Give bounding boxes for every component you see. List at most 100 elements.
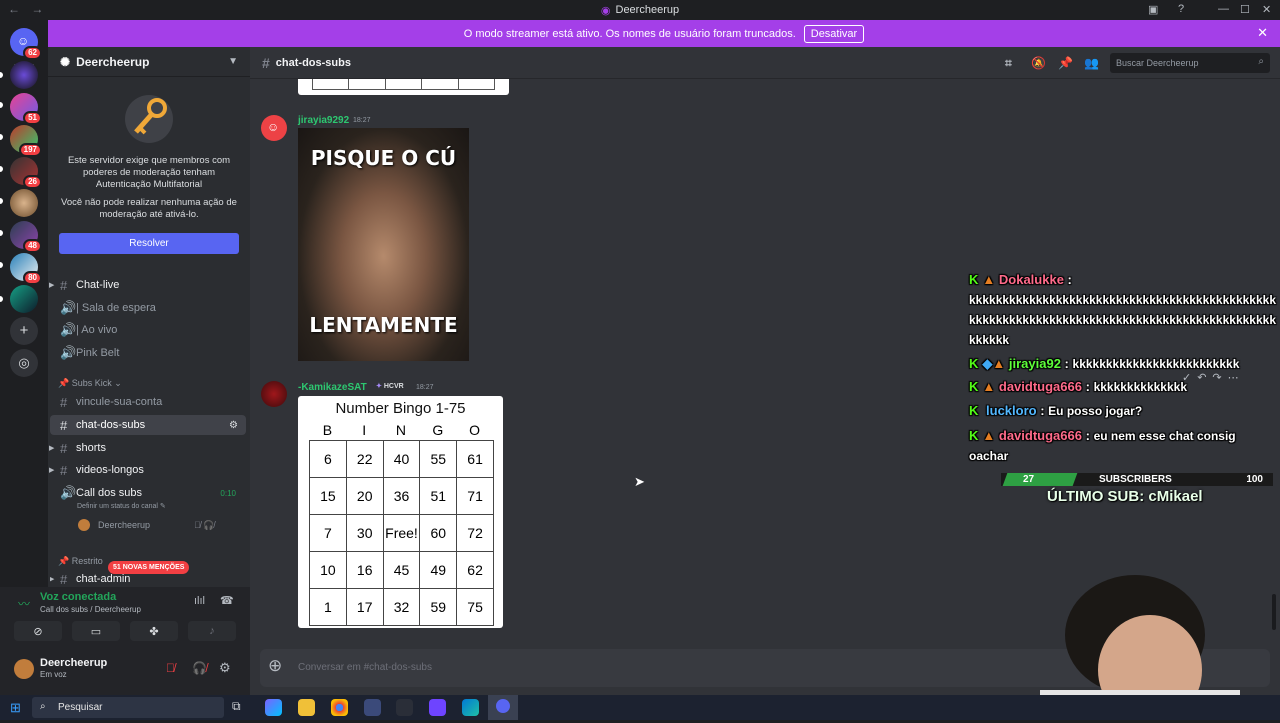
avatar[interactable]: ☺ xyxy=(261,115,287,141)
channel-call-dos-subs[interactable]: 🔊 Call dos subs 0:10 xyxy=(50,483,246,503)
minimize-icon[interactable]: — xyxy=(1218,3,1229,15)
scrollbar[interactable] xyxy=(1272,594,1276,630)
pin-icon[interactable]: 📌 xyxy=(1058,56,1073,70)
message-author[interactable]: jirayia9292 xyxy=(298,115,349,126)
search-icon: ⌕ xyxy=(40,701,46,712)
screenshare-button[interactable]: ▭ xyxy=(72,621,120,641)
channel-chat-admin[interactable]: ▶ # chat-admin xyxy=(50,571,246,587)
mention-badge: 62 xyxy=(23,46,42,60)
bingo-cell: 16 xyxy=(345,551,384,589)
home-dm-button[interactable]: ☺ 62 xyxy=(10,28,42,60)
voice-member[interactable]: Deercheerup 🎙̸ 🎧̸ xyxy=(78,519,215,531)
channel-status-hint[interactable]: Definir um status do canal ✎ xyxy=(77,502,166,510)
channel-pink-belt[interactable]: 🔊 Pink Belt xyxy=(50,343,246,363)
taskbar-search[interactable]: ⌕ Pesquisar xyxy=(32,697,224,718)
app-icon: ◉ xyxy=(600,4,611,17)
notifications-muted-icon[interactable]: 🔕 xyxy=(1031,56,1046,70)
signal-icon[interactable]: 〰 xyxy=(18,595,30,612)
channel-videos-longos[interactable]: ▶ # videos-longos xyxy=(49,460,246,480)
server-icon[interactable] xyxy=(10,189,38,217)
channel-ao-vivo[interactable]: 🔊 | Ao vivo xyxy=(50,320,246,340)
headphones-muted-icon[interactable]: 🎧̸ xyxy=(192,661,207,675)
close-window-icon[interactable]: ✕ xyxy=(1262,3,1271,16)
server-icon[interactable] xyxy=(10,285,38,313)
resolve-button[interactable]: Resolver xyxy=(59,233,239,254)
chrome-icon[interactable] xyxy=(331,699,348,716)
discord-taskbar-icon[interactable] xyxy=(488,695,518,720)
message-author[interactable]: -KamikazeSAT xyxy=(298,382,367,393)
clan-tag[interactable]: ✦ HCVR xyxy=(376,382,404,390)
message-timestamp: 18:27 xyxy=(416,384,434,391)
meme-top-text: PISQUE O CÚ xyxy=(310,146,457,170)
nav-arrows[interactable]: ← → xyxy=(8,2,47,16)
bingo-cell: 75 xyxy=(456,588,494,626)
maximize-icon[interactable]: ☐ xyxy=(1240,3,1250,16)
channel-chat-dos-subs[interactable]: # chat-dos-subs ⚙ xyxy=(50,415,246,435)
user-name[interactable]: Deercheerup xyxy=(40,657,107,669)
bingo-cell: 49 xyxy=(419,551,458,589)
avatar[interactable] xyxy=(261,381,287,407)
badge-icon: ▲ xyxy=(982,379,996,394)
voice-connected-title[interactable]: Voz conectada xyxy=(40,591,116,603)
avatar[interactable] xyxy=(14,659,34,679)
members-icon[interactable]: 👥 xyxy=(1084,56,1099,70)
inbox-icon[interactable]: ▣ xyxy=(1148,3,1158,16)
search-icon: ⌕ xyxy=(1258,56,1264,67)
search-input[interactable]: Buscar Deercheerup ⌕ xyxy=(1110,53,1270,73)
server-icon[interactable]: 26 xyxy=(10,157,42,189)
bingo-cell: 20 xyxy=(345,477,384,515)
app-icon[interactable] xyxy=(429,699,446,716)
category-restrito[interactable]: 📌 Restrito xyxy=(58,556,103,567)
task-view-icon[interactable]: ⧉ xyxy=(232,699,249,716)
overlay-message: K ▲ davidtuga666 : kkkkkkkkkkkkkk xyxy=(969,379,1187,394)
channel-chat-live[interactable]: ▶ # Chat-live xyxy=(49,275,246,295)
mfa-text: Este servidor exige que membros com pode… xyxy=(67,155,231,190)
channel-sala-de-espera[interactable]: 🔊 | Sala de espera xyxy=(50,298,246,318)
overlay-message: K luckloro : Eu posso jogar? xyxy=(969,403,1143,418)
previous-bingo-image[interactable] xyxy=(298,79,509,95)
noise-suppression-icon[interactable]: ılıl xyxy=(194,595,205,607)
soundboard-button[interactable]: ♪ xyxy=(188,621,236,641)
camera-off-button[interactable]: ⊘ xyxy=(14,621,62,641)
channel-shorts[interactable]: ▶ # shorts xyxy=(49,438,246,458)
mfa-text-2: Você não pode realizar nenhuma ação de m… xyxy=(61,197,237,220)
server-icon[interactable]: 197 xyxy=(10,125,42,157)
disconnect-icon[interactable]: ☎ xyxy=(220,594,234,607)
chevron-down-icon[interactable]: ▼ xyxy=(228,56,238,67)
guild-header[interactable]: ✺ Deercheerup ▼ xyxy=(48,47,250,77)
threads-icon[interactable]: ⌗ xyxy=(1005,56,1012,71)
edge-icon[interactable] xyxy=(462,699,479,716)
goal-target: 100 xyxy=(1246,474,1263,485)
user-status: Em voz xyxy=(40,670,67,679)
server-icon[interactable]: 48 xyxy=(10,221,42,253)
mfa-notice: Este servidor exige que membros com pode… xyxy=(48,92,250,254)
overlay-message: K ▲ davidtuga666 : eu nem esse chat consi… xyxy=(969,428,1236,463)
add-server-button[interactable]: + xyxy=(10,317,38,345)
discover-icon[interactable]: ◎ xyxy=(10,349,38,377)
settings-icon[interactable]: ⚙ xyxy=(229,420,238,431)
app-icon[interactable] xyxy=(364,699,381,716)
bingo-cell: 7 xyxy=(309,514,347,552)
meme-image[interactable]: PISQUE O CÚ LENTAMENTE xyxy=(298,128,469,361)
close-banner-icon[interactable]: ✕ xyxy=(1257,25,1268,41)
overlay-message: K ▲ Dokalukke : kkkkkkkkkkkkkkkkkkkkkkkkk… xyxy=(969,272,1276,347)
kick-icon: K xyxy=(969,356,979,371)
copilot-icon[interactable] xyxy=(265,699,282,716)
server-icon[interactable]: 51 xyxy=(10,93,42,125)
help-icon[interactable]: ? xyxy=(1178,3,1184,15)
activities-button[interactable]: ✤ xyxy=(130,621,178,641)
server-icon[interactable] xyxy=(10,61,38,89)
disable-streamer-button[interactable]: Desativar xyxy=(803,24,865,43)
add-attachment-icon[interactable]: ⊕ xyxy=(268,656,282,676)
streamer-webcam xyxy=(1040,575,1240,723)
channel-vincule-sua-conta[interactable]: # vincule-sua-conta xyxy=(50,392,246,412)
obs-icon[interactable] xyxy=(396,699,413,716)
bingo-card-image[interactable]: Number Bingo 1-75 B I N G O 6 22 40 55 61 15… xyxy=(298,396,503,628)
category-subs-kick[interactable]: 📌 Subs Kick ⌄ xyxy=(58,378,122,389)
bingo-cell: 1 xyxy=(309,588,347,626)
file-explorer-icon[interactable] xyxy=(298,699,315,716)
mic-muted-icon[interactable]: 🎙̸ xyxy=(166,661,175,675)
user-settings-icon[interactable]: ⚙ xyxy=(219,660,231,676)
server-icon[interactable]: 80 xyxy=(10,253,42,285)
start-menu-icon[interactable]: ⊞ xyxy=(10,700,21,716)
